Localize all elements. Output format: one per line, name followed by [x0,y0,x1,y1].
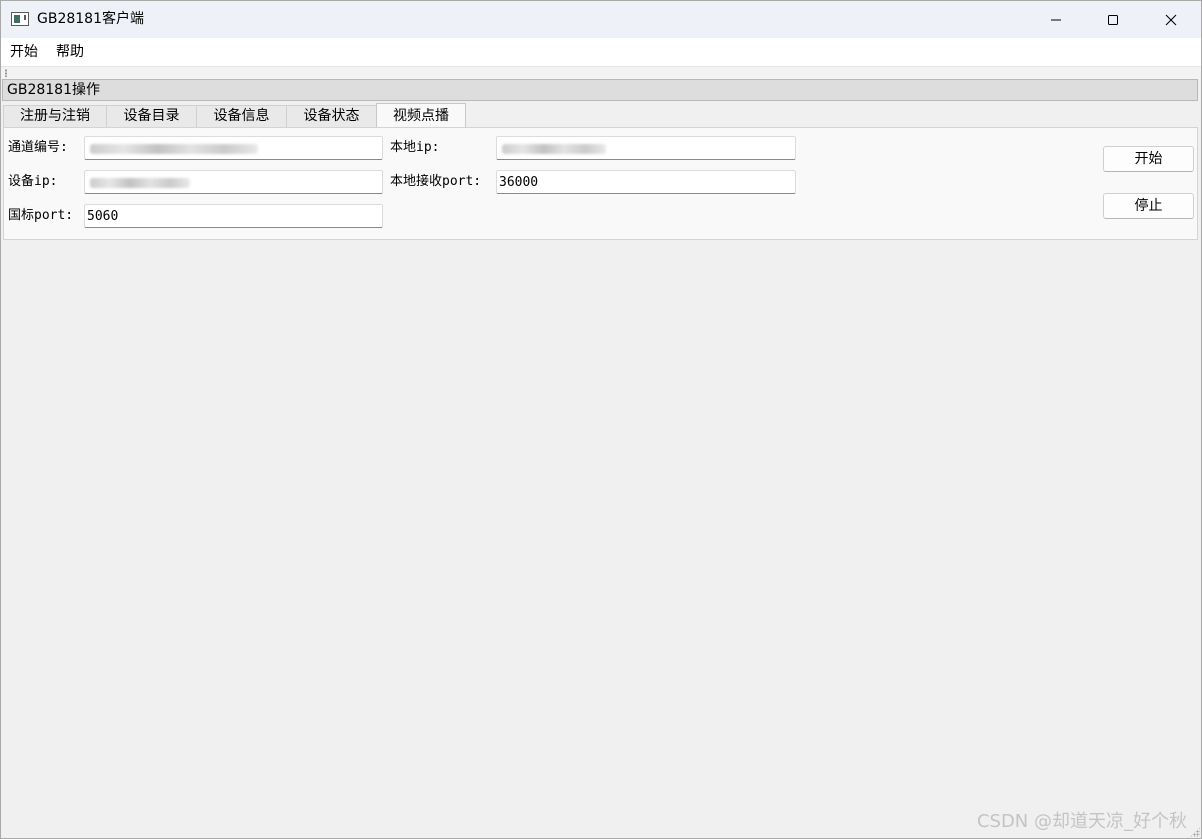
channel-id-label: 通道编号: [8,140,68,155]
tab-video-play[interactable]: 视频点播 [376,103,466,128]
dock-title-bar[interactable]: GB28181操作 [2,79,1198,101]
device-ip-label: 设备ip: [8,174,58,189]
tab-register[interactable]: 注册与注销 [3,105,107,127]
close-button[interactable] [1142,1,1200,38]
tab-device-info[interactable]: 设备信息 [196,105,287,127]
gb-port-input[interactable] [84,204,383,228]
channel-id-input[interactable] [84,136,383,160]
video-play-pane: 通道编号: 本地ip: 设备ip: 本地接收port: 国标port: 开始 停… [3,127,1198,240]
local-recv-port-input[interactable] [496,170,796,194]
minimize-icon [1051,19,1061,20]
close-icon [1165,14,1177,25]
toolbar-area [1,66,1201,79]
dock-title: GB28181操作 [7,82,100,98]
stop-button[interactable]: 停止 [1103,193,1194,219]
tab-device-catalog[interactable]: 设备目录 [106,105,197,127]
maximize-icon [1108,14,1118,25]
watermark: CSDN @却道天凉_好个秋 [976,811,1187,832]
device-ip-input[interactable] [84,170,383,194]
start-button[interactable]: 开始 [1103,146,1194,172]
title-bar[interactable]: GB28181客户端 [1,1,1201,38]
toolbar-grip-icon[interactable] [5,69,7,77]
app-window: GB28181客户端 开始 帮助 GB28181操作 注册与注销 设备目录 设备… [0,0,1202,839]
resize-grip-icon[interactable] [1190,827,1200,837]
window-title: GB28181客户端 [37,11,144,27]
gb-port-label: 国标port: [8,208,74,223]
local-ip-label: 本地ip: [390,140,440,155]
menu-bar: 开始 帮助 [1,38,1201,66]
local-ip-input[interactable] [496,136,796,160]
tab-device-status[interactable]: 设备状态 [286,105,377,127]
minimize-button[interactable] [1027,1,1085,38]
app-icon [11,12,29,26]
maximize-button[interactable] [1084,1,1142,38]
menu-start[interactable]: 开始 [9,43,39,61]
local-recv-port-label: 本地接收port: [390,174,482,189]
menu-help[interactable]: 帮助 [55,43,85,61]
